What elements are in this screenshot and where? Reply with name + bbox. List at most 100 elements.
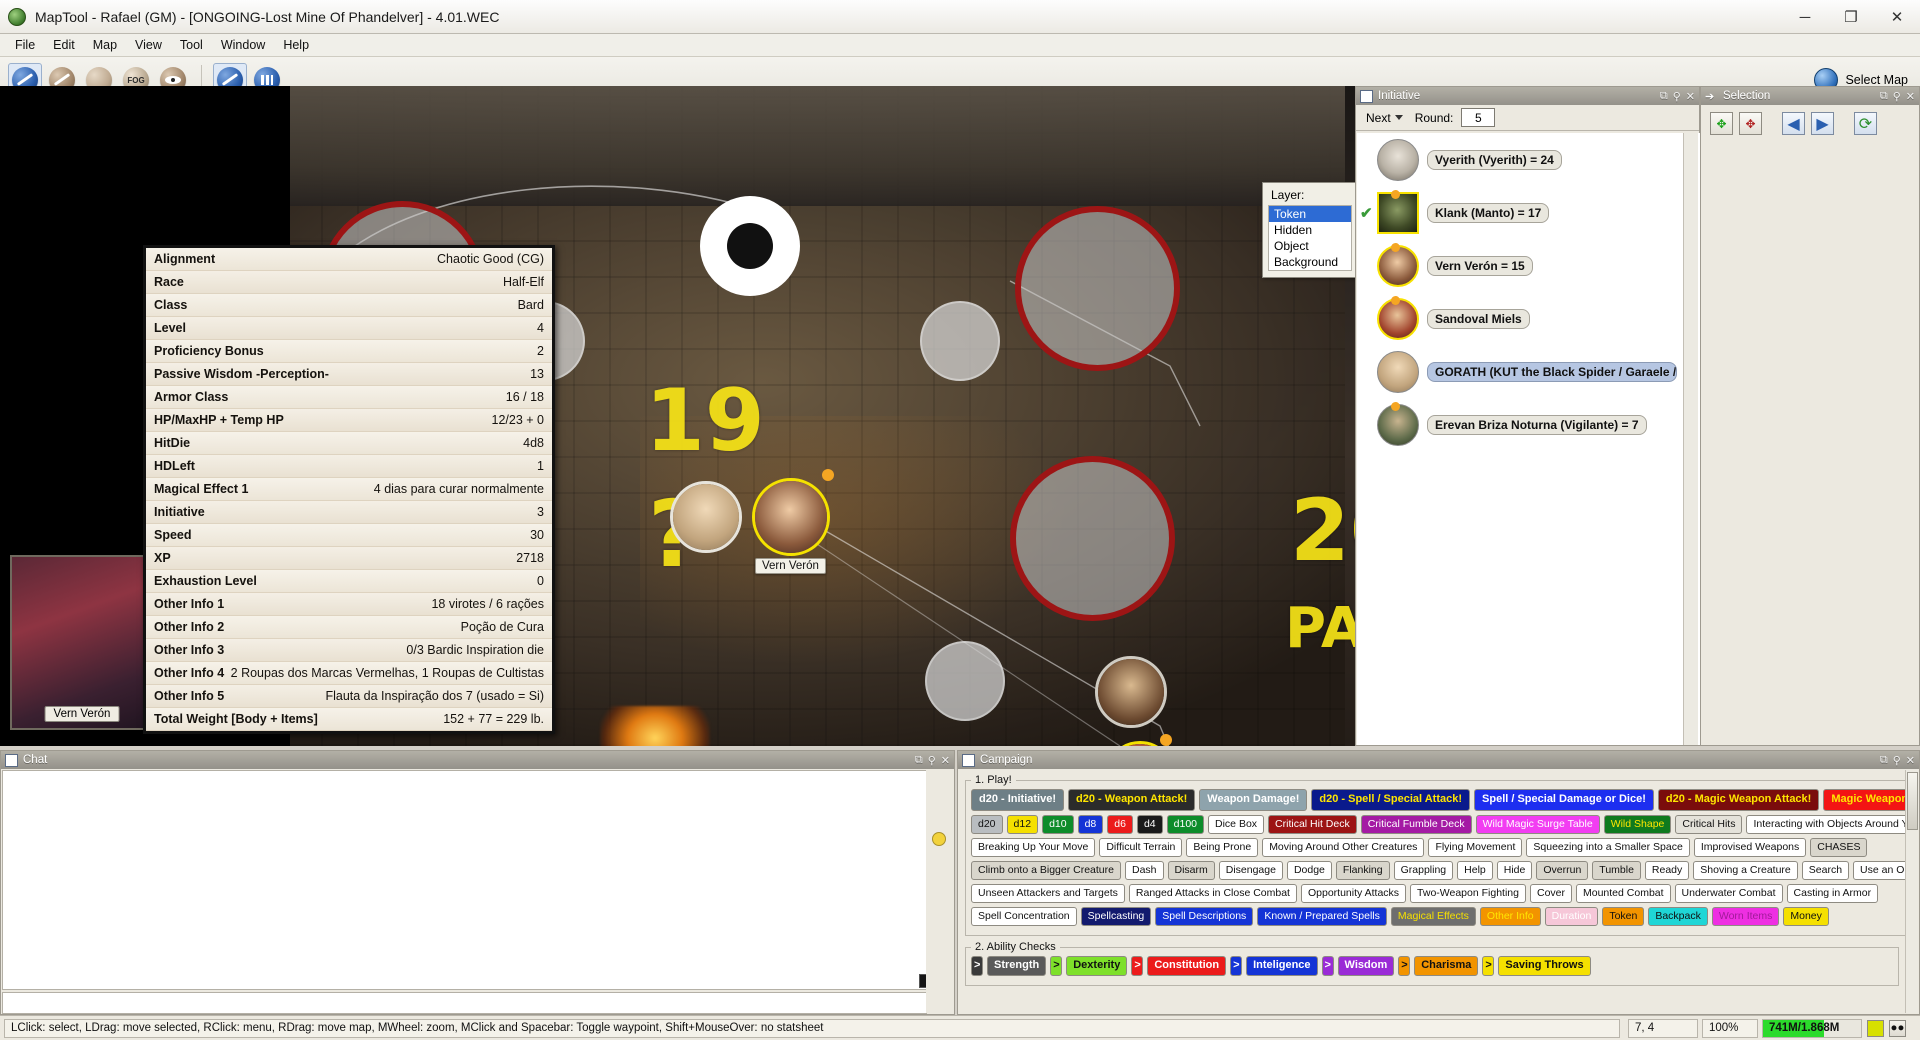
macro-button[interactable]: Mounted Combat [1576,884,1671,904]
initiative-scrollbar[interactable] [1683,133,1698,745]
initiative-row[interactable]: Sandoval Miels [1357,292,1700,345]
macro-button[interactable]: Wild Magic Surge Table [1475,814,1600,834]
expand-all-icon[interactable]: ✥ [1710,112,1733,135]
campaign-macro-area[interactable]: 1. Play! d20 - Initiative! d20 - Weapon At… [959,770,1905,1013]
macro-button[interactable]: Hide [1496,861,1533,881]
maximize-button[interactable]: ❐ [1828,0,1874,34]
layer-popup-list[interactable]: Token Hidden Object Background [1268,205,1352,271]
macro-button[interactable]: Breaking Up Your Move [971,837,1096,857]
menu-item-edit[interactable]: Edit [44,36,84,54]
menu-item-window[interactable]: Window [212,36,274,54]
menu-item-map[interactable]: Map [84,36,126,54]
float-icon[interactable]: ⧉ [1660,90,1668,103]
pin-icon[interactable]: ⚲ [928,754,936,767]
macro-button[interactable]: Token [1602,907,1645,927]
pin-icon[interactable]: ⚲ [1893,754,1901,767]
macro-button[interactable]: > [1398,956,1411,977]
status-toggle-icon[interactable]: ●● [1889,1019,1906,1037]
macro-button[interactable]: > [1131,956,1144,977]
macro-button[interactable]: Spell / Special Damage or Dice! [1474,789,1654,811]
macro-button[interactable]: Wisdom [1337,956,1395,977]
macro-button[interactable]: Ready [1644,861,1690,881]
chat-input[interactable] [2,992,927,1014]
layer-option-background[interactable]: Background [1269,254,1351,270]
macro-button[interactable]: Spellcasting [1080,907,1152,927]
macro-button[interactable]: Improvised Weapons [1693,837,1807,857]
chevron-down-icon[interactable] [1394,115,1403,120]
map-token-enemy[interactable] [1015,206,1180,371]
macro-button[interactable]: d8 [1077,814,1104,834]
macro-button[interactable]: Inteligence [1246,956,1318,977]
macro-button[interactable]: Spell Descriptions [1155,907,1254,927]
macro-button[interactable]: Disengage [1218,861,1283,881]
map-token-pc-vern[interactable] [752,478,830,556]
menu-item-view[interactable]: View [126,36,171,54]
macro-button[interactable]: Tumble [1592,861,1641,881]
initiative-row[interactable]: GORATH (KUT the Black Spider / Garaele /… [1357,345,1700,398]
initiative-row[interactable]: Vyerith (Vyerith) = 24 [1357,133,1700,186]
macro-button[interactable]: Dice Box [1208,814,1265,834]
float-icon[interactable]: ⧉ [1880,90,1888,103]
macro-button[interactable]: Underwater Combat [1674,884,1783,904]
macro-button[interactable]: Critical Hit Deck [1268,814,1357,834]
macro-button[interactable]: d10 [1042,814,1074,834]
initiative-row[interactable]: ✔ Klank (Manto) = 17 [1357,186,1700,239]
macro-button[interactable]: Wild Shape [1603,814,1672,834]
macro-button[interactable]: Help [1457,861,1493,881]
macro-button[interactable]: Flanking [1335,861,1390,881]
close-icon[interactable]: ✕ [941,754,950,767]
close-button[interactable]: ✕ [1874,0,1920,34]
macro-button[interactable]: d20 - Weapon Attack! [1068,789,1196,811]
macro-button[interactable]: d20 - Magic Weapon Attack! [1657,789,1820,811]
macro-button[interactable]: Dexterity [1066,956,1128,977]
macro-button[interactable]: > [1050,956,1063,977]
initiative-list[interactable]: Vyerith (Vyerith) = 24 ✔ Klank (Manto) = 1… [1357,133,1700,745]
macro-button[interactable]: Shoving a Creature [1693,861,1798,881]
collapse-all-icon[interactable]: ✥ [1739,112,1762,135]
macro-button[interactable]: Backpack [1648,907,1708,927]
map-token-npc[interactable] [925,641,1005,721]
macro-button[interactable]: Critical Hits [1675,814,1743,834]
macro-button[interactable]: Magical Effects [1390,907,1476,927]
close-icon[interactable]: ✕ [1686,90,1695,103]
close-icon[interactable]: ✕ [1906,754,1915,767]
macro-button[interactable]: Interacting with Objects Around You [1746,814,1905,834]
initiative-row[interactable]: Vern Verón = 15 [1357,239,1700,292]
pin-icon[interactable]: ⚲ [1673,90,1681,103]
macro-button[interactable]: Moving Around Other Creatures [1262,837,1425,857]
map-token-npc[interactable] [920,301,1000,381]
campaign-scrollbar[interactable] [1905,770,1918,1013]
macro-button[interactable]: Overrun [1536,861,1589,881]
macro-button[interactable]: Difficult Terrain [1099,837,1183,857]
macro-button[interactable]: Disarm [1167,861,1215,881]
macro-button[interactable]: Opportunity Attacks [1300,884,1407,904]
macro-button[interactable]: Flying Movement [1428,837,1523,857]
macro-button[interactable]: d12 [1006,814,1039,834]
menu-item-help[interactable]: Help [274,36,318,54]
macro-button[interactable]: Other Info [1479,907,1541,927]
macro-button[interactable]: Search [1801,861,1850,881]
next-icon[interactable]: ▶ [1811,112,1834,135]
macro-button[interactable]: > [971,956,983,977]
menu-item-tool[interactable]: Tool [171,36,212,54]
macro-button[interactable]: Weapon Damage! [1199,789,1308,811]
minimize-button[interactable]: ─ [1782,0,1828,34]
macro-button[interactable]: Casting in Armor [1786,884,1879,904]
layer-popup[interactable]: Layer: Token Hidden Object Background [1262,182,1355,278]
macro-button[interactable]: CHASES [1810,837,1868,857]
map-token-enemy[interactable] [1010,456,1175,621]
macro-button[interactable]: Climb onto a Bigger Creature [971,861,1121,881]
macro-button[interactable]: Constitution [1147,956,1227,977]
macro-button[interactable]: Critical Fumble Deck [1360,814,1472,834]
chat-message-area[interactable] [2,770,927,990]
macro-button[interactable]: Dash [1124,861,1164,881]
macro-button[interactable]: Ranged Attacks in Close Combat [1128,884,1297,904]
map-token-pc-sandoval[interactable] [670,481,742,553]
macro-button[interactable]: d20 - Initiative! [971,789,1065,811]
refresh-icon[interactable]: ⟳ [1854,112,1877,135]
macro-button[interactable]: Charisma [1414,956,1479,977]
pin-icon[interactable]: ⚲ [1893,90,1901,103]
macro-button[interactable]: d100 [1166,814,1205,834]
macro-button[interactable]: Two-Weapon Fighting [1410,884,1526,904]
close-icon[interactable]: ✕ [1906,90,1915,103]
